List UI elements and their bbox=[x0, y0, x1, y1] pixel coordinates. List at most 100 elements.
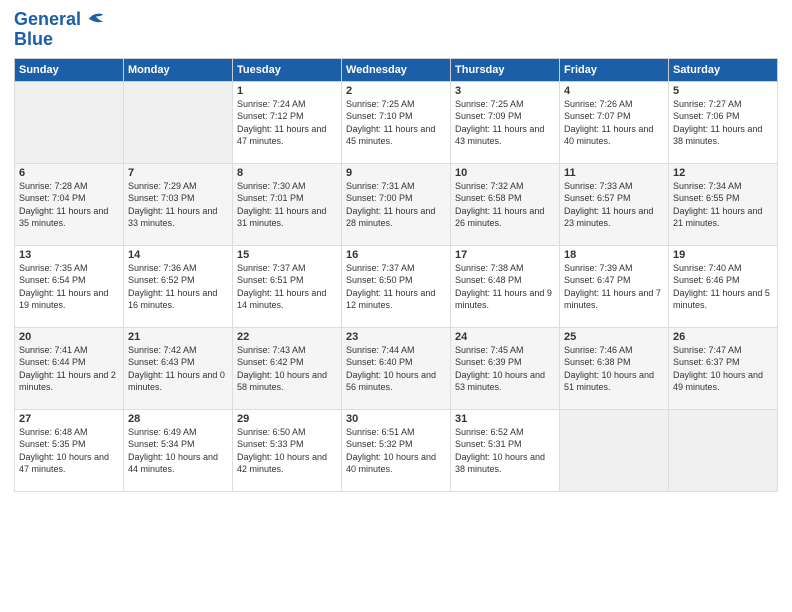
day-number: 4 bbox=[564, 85, 664, 97]
day-info: Sunrise: 7:45 AM Sunset: 6:39 PM Dayligh… bbox=[455, 344, 555, 394]
calendar-week-row: 1Sunrise: 7:24 AM Sunset: 7:12 PM Daylig… bbox=[15, 81, 778, 163]
day-number: 19 bbox=[673, 249, 773, 261]
calendar-cell: 6Sunrise: 7:28 AM Sunset: 7:04 PM Daylig… bbox=[15, 163, 124, 245]
day-info: Sunrise: 6:48 AM Sunset: 5:35 PM Dayligh… bbox=[19, 426, 119, 476]
day-info: Sunrise: 7:30 AM Sunset: 7:01 PM Dayligh… bbox=[237, 180, 337, 230]
day-number: 10 bbox=[455, 167, 555, 179]
day-info: Sunrise: 6:51 AM Sunset: 5:32 PM Dayligh… bbox=[346, 426, 446, 476]
calendar-cell: 14Sunrise: 7:36 AM Sunset: 6:52 PM Dayli… bbox=[124, 245, 233, 327]
calendar-week-row: 27Sunrise: 6:48 AM Sunset: 5:35 PM Dayli… bbox=[15, 409, 778, 491]
day-info: Sunrise: 7:47 AM Sunset: 6:37 PM Dayligh… bbox=[673, 344, 773, 394]
weekday-header: Wednesday bbox=[342, 58, 451, 81]
day-info: Sunrise: 7:43 AM Sunset: 6:42 PM Dayligh… bbox=[237, 344, 337, 394]
calendar-cell: 2Sunrise: 7:25 AM Sunset: 7:10 PM Daylig… bbox=[342, 81, 451, 163]
page: General Blue SundayMondayTuesdayWednesda… bbox=[0, 0, 792, 612]
day-info: Sunrise: 7:38 AM Sunset: 6:48 PM Dayligh… bbox=[455, 262, 555, 312]
day-info: Sunrise: 7:36 AM Sunset: 6:52 PM Dayligh… bbox=[128, 262, 228, 312]
day-number: 21 bbox=[128, 331, 228, 343]
day-info: Sunrise: 7:27 AM Sunset: 7:06 PM Dayligh… bbox=[673, 98, 773, 148]
day-number: 29 bbox=[237, 413, 337, 425]
calendar-cell: 1Sunrise: 7:24 AM Sunset: 7:12 PM Daylig… bbox=[233, 81, 342, 163]
calendar-cell: 29Sunrise: 6:50 AM Sunset: 5:33 PM Dayli… bbox=[233, 409, 342, 491]
calendar-cell: 28Sunrise: 6:49 AM Sunset: 5:34 PM Dayli… bbox=[124, 409, 233, 491]
calendar-cell: 23Sunrise: 7:44 AM Sunset: 6:40 PM Dayli… bbox=[342, 327, 451, 409]
day-number: 15 bbox=[237, 249, 337, 261]
day-number: 28 bbox=[128, 413, 228, 425]
calendar-cell: 27Sunrise: 6:48 AM Sunset: 5:35 PM Dayli… bbox=[15, 409, 124, 491]
day-number: 5 bbox=[673, 85, 773, 97]
calendar-cell: 8Sunrise: 7:30 AM Sunset: 7:01 PM Daylig… bbox=[233, 163, 342, 245]
calendar-cell bbox=[669, 409, 778, 491]
calendar-cell: 4Sunrise: 7:26 AM Sunset: 7:07 PM Daylig… bbox=[560, 81, 669, 163]
day-number: 23 bbox=[346, 331, 446, 343]
day-info: Sunrise: 6:50 AM Sunset: 5:33 PM Dayligh… bbox=[237, 426, 337, 476]
day-info: Sunrise: 7:24 AM Sunset: 7:12 PM Dayligh… bbox=[237, 98, 337, 148]
day-number: 31 bbox=[455, 413, 555, 425]
day-info: Sunrise: 7:46 AM Sunset: 6:38 PM Dayligh… bbox=[564, 344, 664, 394]
day-info: Sunrise: 7:37 AM Sunset: 6:51 PM Dayligh… bbox=[237, 262, 337, 312]
day-number: 14 bbox=[128, 249, 228, 261]
weekday-header: Thursday bbox=[451, 58, 560, 81]
weekday-header: Tuesday bbox=[233, 58, 342, 81]
day-number: 13 bbox=[19, 249, 119, 261]
logo: General Blue bbox=[14, 10, 105, 50]
day-info: Sunrise: 7:31 AM Sunset: 7:00 PM Dayligh… bbox=[346, 180, 446, 230]
day-info: Sunrise: 7:42 AM Sunset: 6:43 PM Dayligh… bbox=[128, 344, 228, 394]
day-info: Sunrise: 6:49 AM Sunset: 5:34 PM Dayligh… bbox=[128, 426, 228, 476]
calendar-cell: 9Sunrise: 7:31 AM Sunset: 7:00 PM Daylig… bbox=[342, 163, 451, 245]
weekday-header: Monday bbox=[124, 58, 233, 81]
day-info: Sunrise: 7:25 AM Sunset: 7:09 PM Dayligh… bbox=[455, 98, 555, 148]
calendar-cell: 25Sunrise: 7:46 AM Sunset: 6:38 PM Dayli… bbox=[560, 327, 669, 409]
logo-bird-icon bbox=[87, 11, 105, 25]
calendar-cell: 11Sunrise: 7:33 AM Sunset: 6:57 PM Dayli… bbox=[560, 163, 669, 245]
day-info: Sunrise: 7:29 AM Sunset: 7:03 PM Dayligh… bbox=[128, 180, 228, 230]
day-number: 12 bbox=[673, 167, 773, 179]
calendar-cell: 20Sunrise: 7:41 AM Sunset: 6:44 PM Dayli… bbox=[15, 327, 124, 409]
calendar-cell: 15Sunrise: 7:37 AM Sunset: 6:51 PM Dayli… bbox=[233, 245, 342, 327]
calendar-cell: 26Sunrise: 7:47 AM Sunset: 6:37 PM Dayli… bbox=[669, 327, 778, 409]
day-info: Sunrise: 6:52 AM Sunset: 5:31 PM Dayligh… bbox=[455, 426, 555, 476]
day-info: Sunrise: 7:35 AM Sunset: 6:54 PM Dayligh… bbox=[19, 262, 119, 312]
calendar-cell: 12Sunrise: 7:34 AM Sunset: 6:55 PM Dayli… bbox=[669, 163, 778, 245]
calendar-cell: 18Sunrise: 7:39 AM Sunset: 6:47 PM Dayli… bbox=[560, 245, 669, 327]
weekday-header: Sunday bbox=[15, 58, 124, 81]
logo-text2: Blue bbox=[14, 30, 105, 50]
logo-text: General bbox=[14, 10, 105, 30]
day-number: 9 bbox=[346, 167, 446, 179]
day-info: Sunrise: 7:25 AM Sunset: 7:10 PM Dayligh… bbox=[346, 98, 446, 148]
calendar-cell: 30Sunrise: 6:51 AM Sunset: 5:32 PM Dayli… bbox=[342, 409, 451, 491]
day-info: Sunrise: 7:44 AM Sunset: 6:40 PM Dayligh… bbox=[346, 344, 446, 394]
day-number: 8 bbox=[237, 167, 337, 179]
calendar-cell: 16Sunrise: 7:37 AM Sunset: 6:50 PM Dayli… bbox=[342, 245, 451, 327]
calendar-week-row: 20Sunrise: 7:41 AM Sunset: 6:44 PM Dayli… bbox=[15, 327, 778, 409]
day-number: 16 bbox=[346, 249, 446, 261]
day-info: Sunrise: 7:26 AM Sunset: 7:07 PM Dayligh… bbox=[564, 98, 664, 148]
calendar-cell: 3Sunrise: 7:25 AM Sunset: 7:09 PM Daylig… bbox=[451, 81, 560, 163]
calendar-cell: 10Sunrise: 7:32 AM Sunset: 6:58 PM Dayli… bbox=[451, 163, 560, 245]
calendar-cell: 22Sunrise: 7:43 AM Sunset: 6:42 PM Dayli… bbox=[233, 327, 342, 409]
calendar-cell: 17Sunrise: 7:38 AM Sunset: 6:48 PM Dayli… bbox=[451, 245, 560, 327]
day-info: Sunrise: 7:34 AM Sunset: 6:55 PM Dayligh… bbox=[673, 180, 773, 230]
calendar-cell: 31Sunrise: 6:52 AM Sunset: 5:31 PM Dayli… bbox=[451, 409, 560, 491]
day-number: 25 bbox=[564, 331, 664, 343]
day-number: 2 bbox=[346, 85, 446, 97]
calendar-cell: 19Sunrise: 7:40 AM Sunset: 6:46 PM Dayli… bbox=[669, 245, 778, 327]
day-info: Sunrise: 7:28 AM Sunset: 7:04 PM Dayligh… bbox=[19, 180, 119, 230]
calendar-cell bbox=[560, 409, 669, 491]
calendar-cell bbox=[15, 81, 124, 163]
weekday-header: Saturday bbox=[669, 58, 778, 81]
day-number: 30 bbox=[346, 413, 446, 425]
day-info: Sunrise: 7:32 AM Sunset: 6:58 PM Dayligh… bbox=[455, 180, 555, 230]
calendar-cell: 5Sunrise: 7:27 AM Sunset: 7:06 PM Daylig… bbox=[669, 81, 778, 163]
calendar-cell: 24Sunrise: 7:45 AM Sunset: 6:39 PM Dayli… bbox=[451, 327, 560, 409]
calendar-table: SundayMondayTuesdayWednesdayThursdayFrid… bbox=[14, 58, 778, 492]
day-info: Sunrise: 7:33 AM Sunset: 6:57 PM Dayligh… bbox=[564, 180, 664, 230]
calendar-cell: 13Sunrise: 7:35 AM Sunset: 6:54 PM Dayli… bbox=[15, 245, 124, 327]
day-number: 11 bbox=[564, 167, 664, 179]
day-number: 6 bbox=[19, 167, 119, 179]
header: General Blue bbox=[14, 10, 778, 50]
day-number: 26 bbox=[673, 331, 773, 343]
day-info: Sunrise: 7:37 AM Sunset: 6:50 PM Dayligh… bbox=[346, 262, 446, 312]
calendar-cell bbox=[124, 81, 233, 163]
calendar-week-row: 6Sunrise: 7:28 AM Sunset: 7:04 PM Daylig… bbox=[15, 163, 778, 245]
